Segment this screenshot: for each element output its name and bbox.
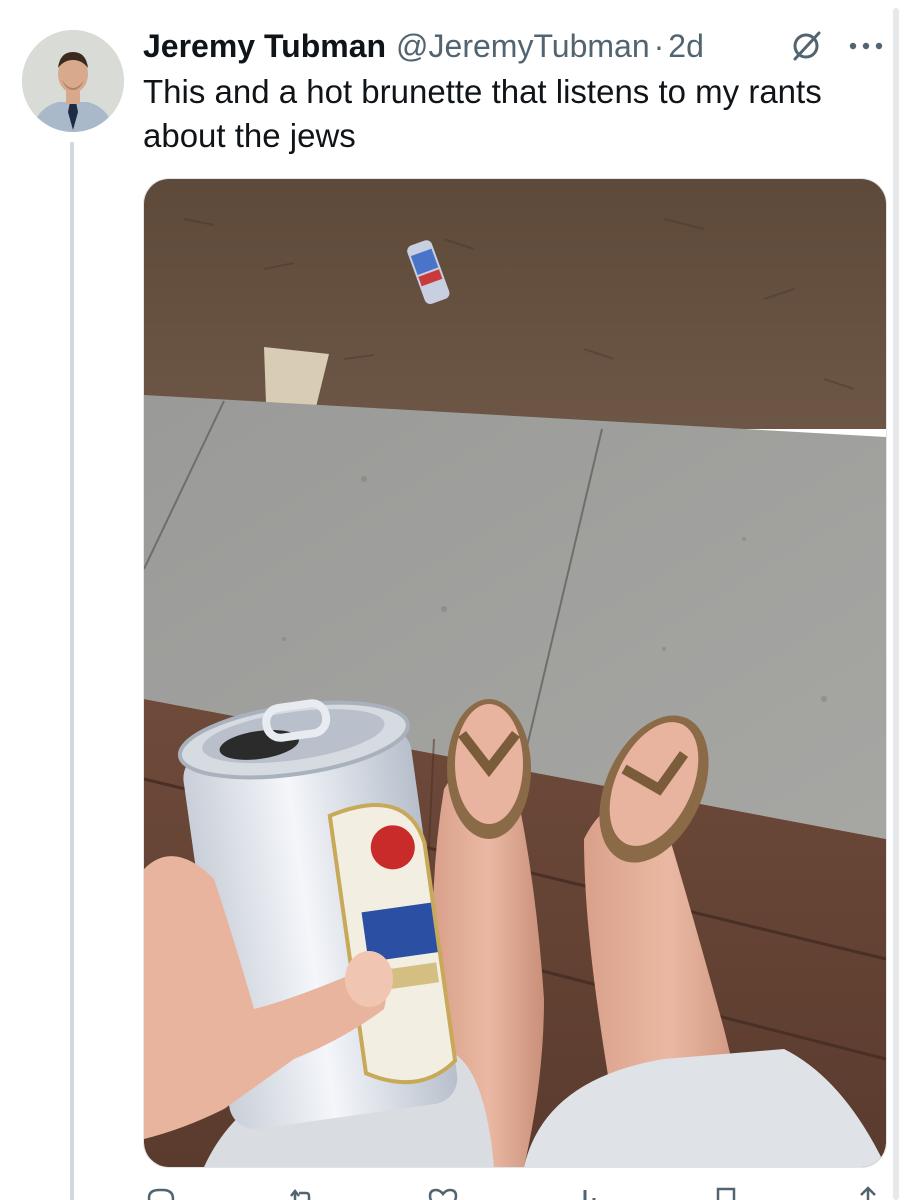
photo-image (144, 179, 886, 1167)
bookmark-button[interactable] (709, 1184, 743, 1200)
scrollbar[interactable] (893, 8, 899, 1200)
tweet-action-bar (143, 1184, 885, 1200)
heart-icon (428, 1188, 458, 1200)
tweet-container[interactable]: Jeremy Tubman @JeremyTubman · 2d This an… (0, 0, 907, 1200)
reply-button[interactable] (143, 1184, 177, 1200)
tweet-timestamp[interactable]: 2d (668, 28, 704, 65)
reply-icon (147, 1188, 175, 1200)
bookmark-icon (717, 1187, 736, 1200)
retweet-button[interactable] (285, 1184, 319, 1200)
views-bar-icon (583, 1190, 596, 1200)
retweet-icon (289, 1188, 310, 1200)
edited-slash-circle-icon[interactable] (788, 28, 824, 64)
author-name[interactable]: Jeremy Tubman (143, 28, 386, 65)
like-button[interactable] (426, 1184, 460, 1200)
thread-line (70, 142, 74, 1200)
share-icon (860, 1186, 876, 1200)
tweet-header: Jeremy Tubman @JeremyTubman · 2d (143, 24, 704, 68)
more-dots-icon[interactable] (846, 38, 886, 54)
share-button[interactable] (851, 1184, 885, 1200)
header-separator: · (653, 27, 665, 64)
author-handle[interactable]: @JeremyTubman (396, 28, 650, 65)
tweet-media-photo[interactable] (143, 178, 887, 1168)
tweet-text: This and a hot brunette that listens to … (143, 73, 822, 154)
views-button[interactable] (568, 1184, 602, 1200)
avatar[interactable] (22, 30, 124, 132)
avatar-photo (22, 30, 124, 132)
